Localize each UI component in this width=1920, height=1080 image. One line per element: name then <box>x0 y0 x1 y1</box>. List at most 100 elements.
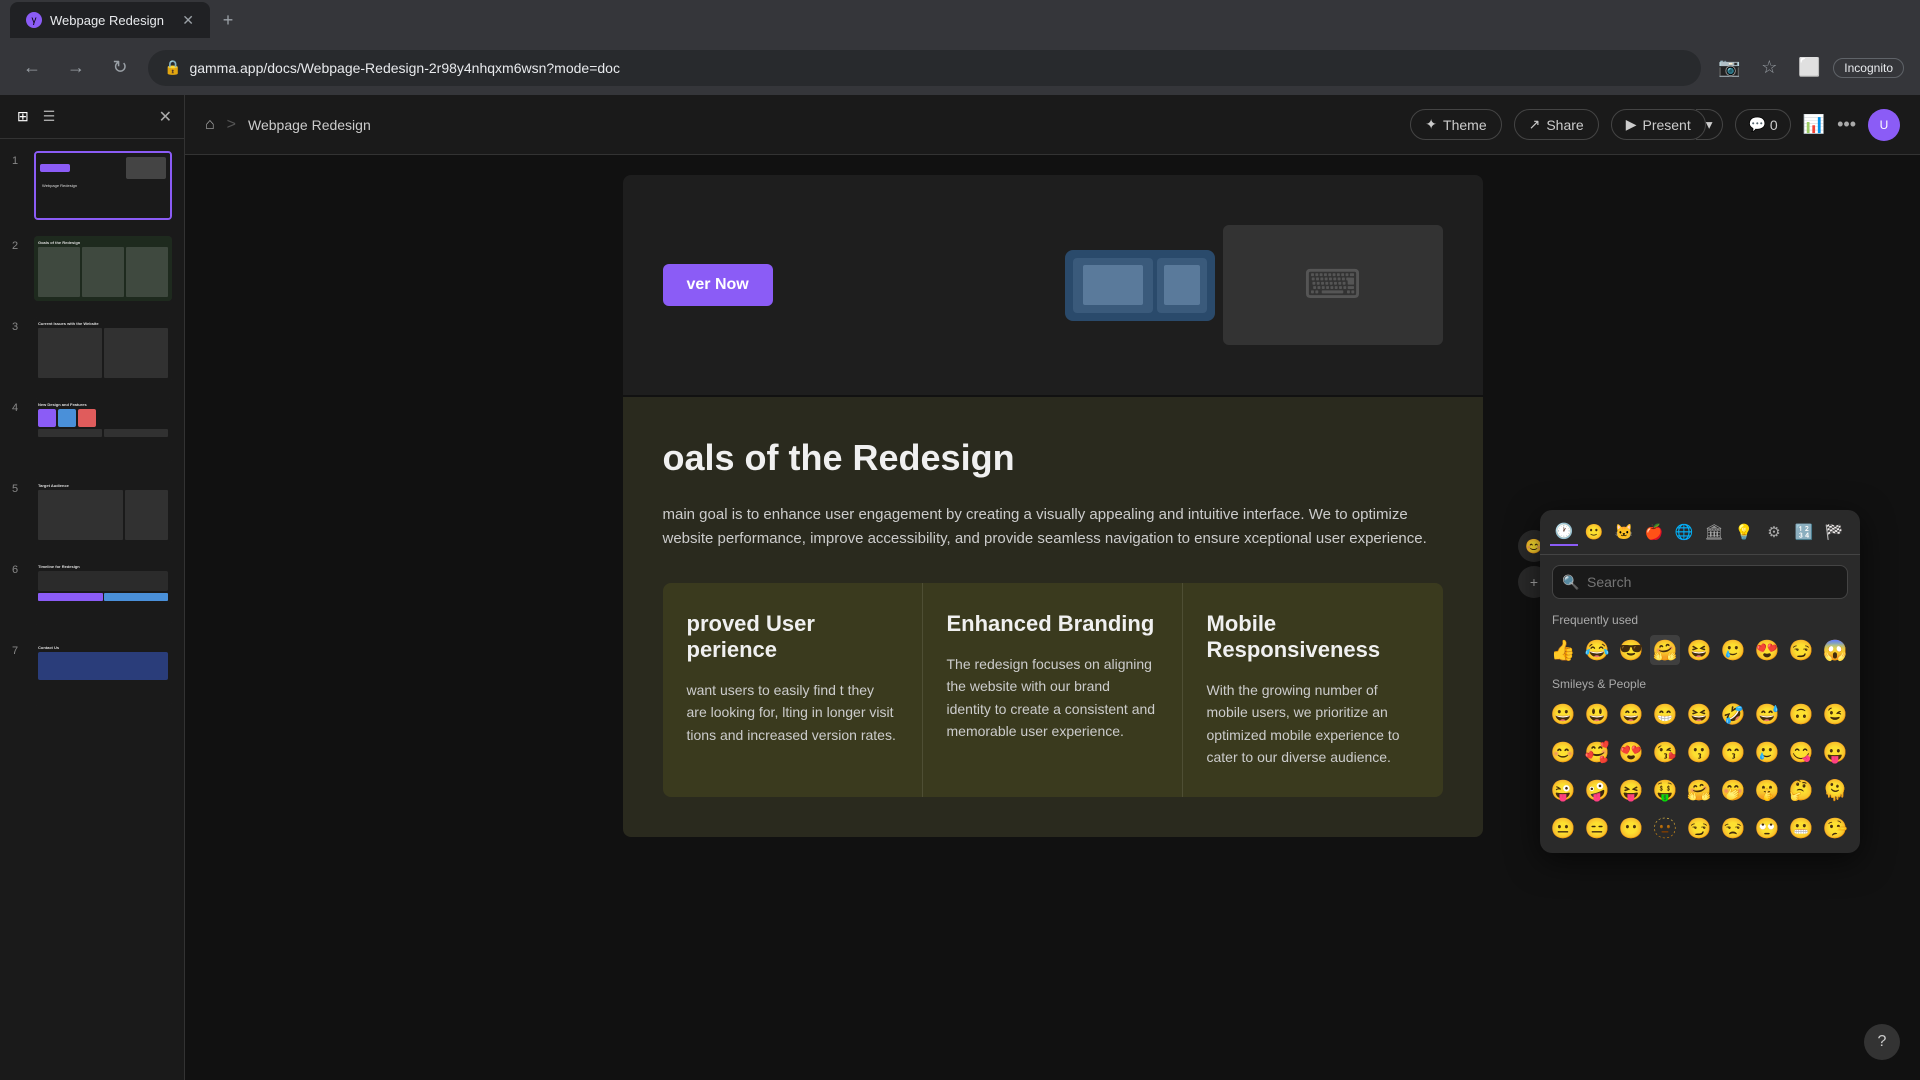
emoji-cell[interactable]: 🙄 <box>1752 813 1782 843</box>
emoji-cell[interactable]: 🥰 <box>1582 737 1612 767</box>
emoji-cell[interactable]: 🤥 <box>1820 813 1850 843</box>
emoji-cell[interactable]: 😛 <box>1820 737 1850 767</box>
emoji-cell[interactable]: 😬 <box>1786 813 1816 843</box>
emoji-cell[interactable]: 🫥 <box>1650 813 1680 843</box>
emoji-cell[interactable]: 😏 <box>1786 635 1816 665</box>
list-view-button[interactable]: ☰ <box>38 105 61 128</box>
emoji-cat-animals[interactable]: 🐱 <box>1610 518 1638 546</box>
bookmark-star-icon[interactable]: ☆ <box>1753 52 1785 84</box>
emoji-cell[interactable]: 🤑 <box>1650 775 1680 805</box>
emoji-cat-smileys[interactable]: 🙂 <box>1580 518 1608 546</box>
slide-thumbnail[interactable]: New Design and Features <box>34 398 172 463</box>
emoji-cell[interactable]: 🫠 <box>1820 775 1850 805</box>
emoji-cell[interactable]: 😋 <box>1786 737 1816 767</box>
slide-item[interactable]: 1 Webpage Redesign <box>8 147 176 224</box>
emoji-cell[interactable]: 😁 <box>1650 699 1680 729</box>
feature-desc-2: The redesign focuses on aligning the web… <box>947 653 1158 743</box>
theme-button[interactable]: ✦ Theme <box>1410 109 1501 140</box>
forward-button[interactable]: → <box>60 52 92 84</box>
emoji-cat-travel[interactable]: 🌐 <box>1670 518 1698 546</box>
sidebar-header: ⊞ ☰ ✕ <box>0 95 184 139</box>
emoji-cell[interactable]: 😑 <box>1582 813 1612 843</box>
emoji-cell[interactable]: 😉 <box>1820 699 1850 729</box>
share-button[interactable]: ↗ Share <box>1514 109 1599 140</box>
emoji-cell[interactable]: 🤫 <box>1752 775 1782 805</box>
emoji-cat-flags[interactable]: 🏁 <box>1820 518 1848 546</box>
slide-thumbnail[interactable]: Timeline for Redesign <box>34 560 172 625</box>
emoji-cell[interactable]: 😶 <box>1616 813 1646 843</box>
emoji-cell[interactable]: 😒 <box>1718 813 1748 843</box>
emoji-cell[interactable]: 👍 <box>1548 635 1578 665</box>
sidebar-close-button[interactable]: ✕ <box>159 107 172 127</box>
slide-thumb-image: Current Issues with the Website <box>34 317 172 382</box>
grid-view-button[interactable]: ⊞ <box>12 105 34 128</box>
emoji-cell[interactable]: 😍 <box>1616 737 1646 767</box>
discover-now-button[interactable]: ver Now <box>663 264 773 306</box>
emoji-cell[interactable]: 🤔 <box>1786 775 1816 805</box>
slide-item[interactable]: 6 Timeline for Redesign <box>8 556 176 629</box>
emoji-cell[interactable]: 😱 <box>1820 635 1850 665</box>
emoji-cell[interactable]: 🥲 <box>1718 635 1748 665</box>
emoji-cell[interactable]: 🥲 <box>1752 737 1782 767</box>
slide-thumb-image: New Design and Features <box>34 398 172 463</box>
emoji-cat-recent[interactable]: 🕐 <box>1550 518 1578 546</box>
emoji-cell[interactable]: 😆 <box>1684 635 1714 665</box>
emoji-cell[interactable]: 🤭 <box>1718 775 1748 805</box>
address-bar[interactable]: 🔒 gamma.app/docs/Webpage-Redesign-2r98y4… <box>148 50 1701 86</box>
emoji-cell[interactable]: 😄 <box>1616 699 1646 729</box>
slide-thumbnail[interactable]: Current Issues with the Website <box>34 317 172 382</box>
emoji-cell[interactable]: 😀 <box>1548 699 1578 729</box>
emoji-cell[interactable]: 😆 <box>1684 699 1714 729</box>
slide-item[interactable]: 3 Current Issues with the Website <box>8 313 176 386</box>
analytics-button[interactable]: 📊 <box>1803 114 1825 135</box>
slide-item[interactable]: 7 Contact Us <box>8 637 176 710</box>
emoji-cell[interactable]: 😅 <box>1752 699 1782 729</box>
emoji-cell[interactable]: 🤗 <box>1684 775 1714 805</box>
emoji-cell[interactable]: 😐 <box>1548 813 1578 843</box>
emoji-cell[interactable]: 😃 <box>1582 699 1612 729</box>
emoji-cell[interactable]: 😜 <box>1548 775 1578 805</box>
emoji-cell[interactable]: 😊 <box>1548 737 1578 767</box>
emoji-cell[interactable]: 😝 <box>1616 775 1646 805</box>
emoji-cat-symbols[interactable]: ⚙ <box>1760 518 1788 546</box>
emoji-cat-activities[interactable]: 🏛 <box>1700 518 1728 546</box>
home-button[interactable]: ⌂ <box>205 116 215 134</box>
comment-button[interactable]: 💬 0 <box>1735 109 1790 140</box>
help-button[interactable]: ? <box>1864 1024 1900 1060</box>
emoji-cell[interactable]: 😎 <box>1616 635 1646 665</box>
emoji-cell[interactable]: 🤣 <box>1718 699 1748 729</box>
tab-close-button[interactable]: ✕ <box>182 12 194 29</box>
reload-button[interactable]: ↻ <box>104 52 136 84</box>
slide-item[interactable]: 5 Target Audience <box>8 475 176 548</box>
active-tab[interactable]: γ Webpage Redesign ✕ <box>10 2 210 38</box>
emoji-cell[interactable]: 😏 <box>1684 813 1714 843</box>
camera-off-icon[interactable]: 📷 <box>1713 52 1745 84</box>
slide-item[interactable]: 4 New Design and Features <box>8 394 176 467</box>
user-avatar[interactable]: U <box>1868 109 1900 141</box>
emoji-cell[interactable]: 🤪 <box>1582 775 1612 805</box>
emoji-cell[interactable]: 😙 <box>1718 737 1748 767</box>
slide-thumbnail[interactable]: Target Audience <box>34 479 172 544</box>
emoji-cell[interactable]: 🙃 <box>1786 699 1816 729</box>
emoji-cell[interactable]: 😗 <box>1684 737 1714 767</box>
emoji-search-input[interactable] <box>1552 565 1848 599</box>
back-button[interactable]: ← <box>16 52 48 84</box>
emoji-cat-numbers[interactable]: 🔢 <box>1790 518 1818 546</box>
emoji-cell[interactable]: 😂 <box>1582 635 1612 665</box>
emoji-cell[interactable]: 😍 <box>1752 635 1782 665</box>
hero-image-area: ⌨ <box>1065 225 1443 345</box>
emoji-picker[interactable]: 🕐 🙂 🐱 🍎 🌐 🏛 💡 ⚙ 🔢 🏁 🔍 Frequently used 👍 … <box>1540 510 1860 853</box>
new-tab-button[interactable]: + <box>214 6 242 34</box>
emoji-cell-hovered[interactable]: 🤗 <box>1650 635 1680 665</box>
tablet-icon[interactable]: ⬜ <box>1793 52 1825 84</box>
slide-thumbnail[interactable]: Contact Us <box>34 641 172 706</box>
slide-thumbnail[interactable]: Goals of the Redesign <box>34 236 172 301</box>
present-dropdown-button[interactable]: ▾ <box>1696 109 1724 140</box>
emoji-cell[interactable]: 😘 <box>1650 737 1680 767</box>
slide-thumbnail[interactable]: Webpage Redesign <box>34 151 172 220</box>
present-button[interactable]: ▶ Present <box>1611 109 1706 140</box>
slide-item[interactable]: 2 Goals of the Redesign <box>8 232 176 305</box>
emoji-cat-objects[interactable]: 💡 <box>1730 518 1758 546</box>
emoji-cat-food[interactable]: 🍎 <box>1640 518 1668 546</box>
more-options-button[interactable]: ••• <box>1837 114 1856 135</box>
